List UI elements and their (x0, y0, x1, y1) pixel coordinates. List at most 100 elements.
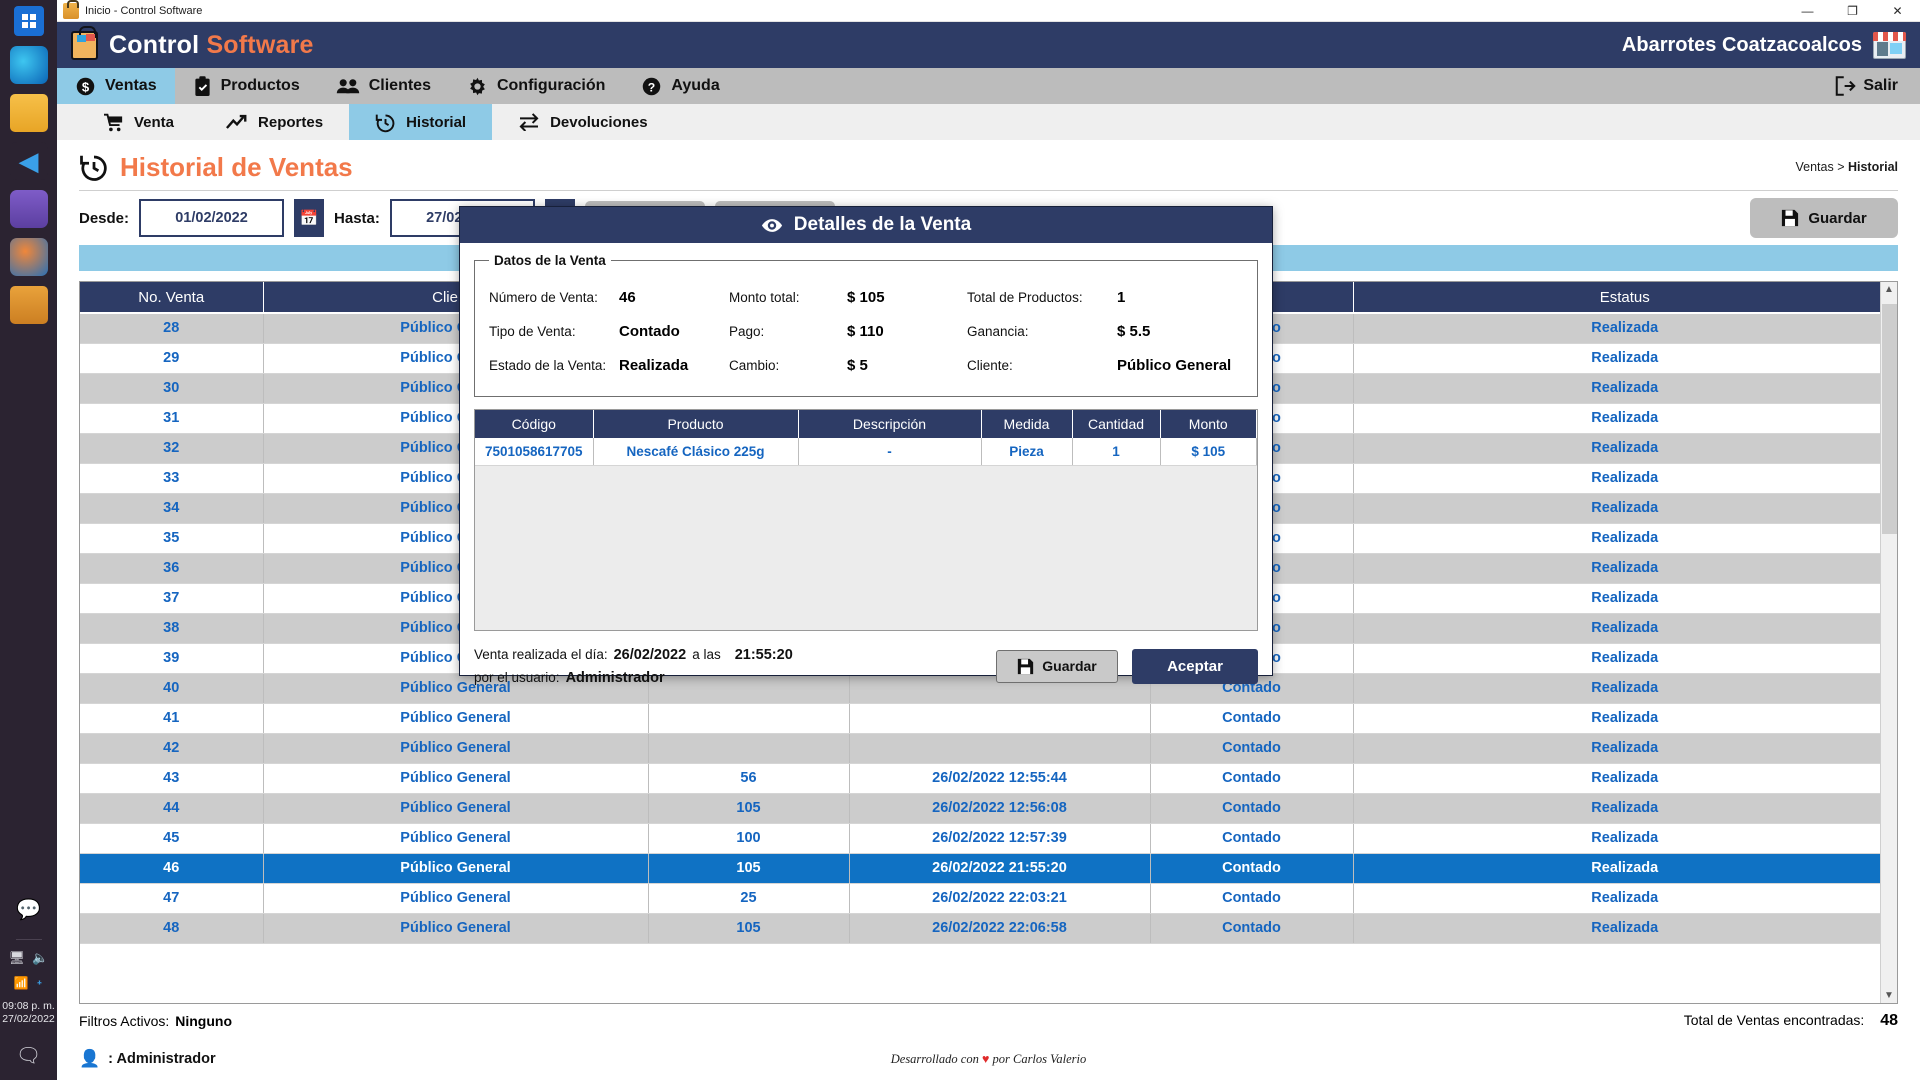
user-icon: 👤 (79, 1049, 101, 1068)
nav-item-ayuda[interactable]: ? Ayuda (623, 68, 737, 104)
sub-navigation: Venta Reportes Historial Devoluciones (57, 104, 1920, 140)
table-vertical-scrollbar[interactable]: ▲ ▼ (1880, 282, 1897, 1003)
product-row[interactable]: 7501058617705 Nescafé Clásico 225g - Pieza 1… (475, 438, 1257, 466)
cell-monto: 56 (648, 763, 850, 794)
cell-fecha: 26/02/2022 22:06:58 (849, 913, 1151, 944)
table-row[interactable]: 47 Público General 25 26/02/2022 22:03:21 Co… (80, 883, 1897, 914)
breadcrumb-parent[interactable]: Ventas (1795, 160, 1833, 174)
brand-accent: Software (206, 30, 314, 59)
table-row[interactable]: 41 Público General Contado Realizada (80, 703, 1897, 734)
credit-pre: Desarrollado con (890, 1051, 979, 1066)
close-button[interactable]: ✕ (1875, 0, 1920, 22)
page-title: Historial de Ventas (79, 152, 353, 183)
dialog-accept-button[interactable]: Aceptar (1132, 648, 1258, 684)
nav-label-productos: Productos (220, 77, 300, 94)
chat-icon[interactable]: 💬 (10, 891, 48, 929)
nav-item-clientes[interactable]: Clientes (318, 68, 449, 104)
desde-date-input[interactable]: 01/02/2022 (139, 199, 285, 237)
cell-monto (648, 703, 850, 734)
cliente-value: Público General (1117, 356, 1232, 374)
start-icon[interactable] (13, 6, 44, 36)
calendar-icon[interactable]: 📅 (294, 199, 325, 237)
volume-icon[interactable]: 🔈 (32, 950, 48, 966)
exchange-arrows-icon (518, 113, 540, 131)
shopping-bag-icon[interactable] (9, 286, 48, 324)
table-row[interactable]: 42 Público General Contado Realizada (80, 733, 1897, 764)
cell-estatus: Realizada (1353, 493, 1897, 524)
cell-no-venta: 30 (80, 373, 264, 404)
application-window: Inicio - Control Software — ❐ ✕ Control … (57, 0, 1920, 1080)
subnav-item-devoluciones[interactable]: Devoluciones (492, 104, 674, 140)
scroll-up-arrow[interactable]: ▲ (1884, 284, 1894, 295)
tray-row-two[interactable]: 📶 ᛭ (14, 976, 43, 990)
cell-cliente: Público General (263, 733, 649, 764)
page-title-text: Historial de Ventas (120, 151, 353, 182)
main-navigation: $ Ventas Productos Clientes Configuració… (57, 68, 1920, 104)
network-icon[interactable]: 📶 (14, 976, 29, 990)
total-sales-label: Total de Ventas encontradas: (1683, 1012, 1865, 1028)
exit-button[interactable]: Salir (1835, 68, 1920, 104)
subnav-item-reportes[interactable]: Reportes (200, 104, 349, 140)
table-row[interactable]: 48 Público General 105 26/02/2022 22:06:58 C… (80, 913, 1897, 944)
breadcrumb: Ventas > Historial (1795, 160, 1898, 174)
footer-date-line: Venta realizada el día: 26/02/2022 a las… (474, 647, 793, 663)
cell-fecha: 26/02/2022 22:03:21 (849, 883, 1151, 914)
table-row[interactable]: 46 Público General 105 26/02/2022 21:55:20 C… (80, 853, 1897, 884)
footer-user-line: por el usuario: Administrador (474, 670, 793, 686)
blender-icon[interactable] (9, 238, 48, 276)
numero-venta-label: Número de Venta: (489, 289, 598, 305)
file-explorer-icon[interactable] (9, 94, 48, 132)
table-row[interactable]: 45 Público General 100 26/02/2022 12:57:39 C… (80, 823, 1897, 854)
nav-item-ventas[interactable]: $ Ventas (57, 68, 175, 104)
vscode-icon[interactable]: ◀ (9, 142, 48, 180)
store-icon (1873, 31, 1906, 59)
cell-estatus: Realizada (1353, 313, 1897, 344)
notifications-icon[interactable]: 🗨 (10, 1036, 48, 1074)
maximize-button[interactable]: ❐ (1830, 0, 1875, 22)
clipboard-check-icon (193, 75, 212, 97)
cell-estatus: Realizada (1353, 433, 1897, 464)
active-filters-label: Filtros Activos: (79, 1013, 170, 1029)
scroll-down-arrow[interactable]: ▼ (1884, 990, 1894, 1001)
status-bar: 👤 : Administrador Desarrollado con ♥ por… (57, 1038, 1920, 1080)
edge-icon[interactable] (9, 46, 48, 84)
cell-no-venta: 37 (80, 583, 264, 614)
cell-estatus: Realizada (1353, 703, 1897, 734)
box-icon[interactable] (9, 190, 48, 228)
save-button-label: Guardar (1808, 209, 1867, 227)
cell-no-venta: 39 (80, 643, 264, 674)
cell-tipo: Contado (1150, 793, 1354, 824)
products-col-codigo: Código (475, 410, 594, 438)
os-taskbar: ◀ 💬 🖥 🔈 📶 ᛭ 09:08 p. m. 27/02/2022 🗨 (0, 0, 57, 1080)
taskbar-clock[interactable]: 09:08 p. m. 27/02/2022 (2, 1000, 55, 1026)
product-cell-monto: $ 105 (1160, 438, 1257, 466)
bluetooth-icon[interactable]: ᛭ (36, 976, 43, 990)
cell-no-venta: 29 (80, 343, 264, 374)
nav-item-productos[interactable]: Productos (175, 68, 318, 104)
cell-fecha (849, 703, 1151, 734)
display-icon[interactable]: 🖥 (9, 950, 26, 966)
table-row[interactable]: 43 Público General 56 26/02/2022 12:55:44 Co… (80, 763, 1897, 794)
minimize-button[interactable]: — (1785, 0, 1830, 22)
cell-tipo: Contado (1150, 883, 1354, 914)
pago-label: Pago: (729, 323, 765, 339)
cell-tipo: Contado (1150, 853, 1354, 884)
dialog-save-button[interactable]: Guardar (996, 649, 1118, 683)
save-button[interactable]: Guardar (1750, 198, 1898, 238)
cell-monto: 105 (648, 793, 850, 824)
column-header-estatus[interactable]: Estatus (1353, 282, 1897, 314)
cell-no-venta: 28 (80, 313, 264, 344)
table-row[interactable]: 44 Público General 105 26/02/2022 12:56:08 C… (80, 793, 1897, 824)
subnav-item-historial[interactable]: Historial (349, 104, 493, 140)
cell-estatus: Realizada (1353, 463, 1897, 494)
nav-item-configuracion[interactable]: Configuración (449, 68, 623, 104)
numero-venta-value: 46 (619, 288, 636, 306)
tray-row-one[interactable]: 🖥 🔈 (9, 950, 49, 966)
column-header-no-venta[interactable]: No. Venta (80, 282, 264, 314)
breadcrumb-current: Historial (1847, 160, 1898, 174)
scrollbar-thumb[interactable] (1881, 304, 1897, 534)
products-col-producto: Producto (593, 410, 799, 438)
total-productos-label: Total de Productos: (967, 289, 1083, 305)
subnav-item-venta[interactable]: Venta (57, 104, 200, 140)
cell-no-venta: 42 (80, 733, 264, 764)
